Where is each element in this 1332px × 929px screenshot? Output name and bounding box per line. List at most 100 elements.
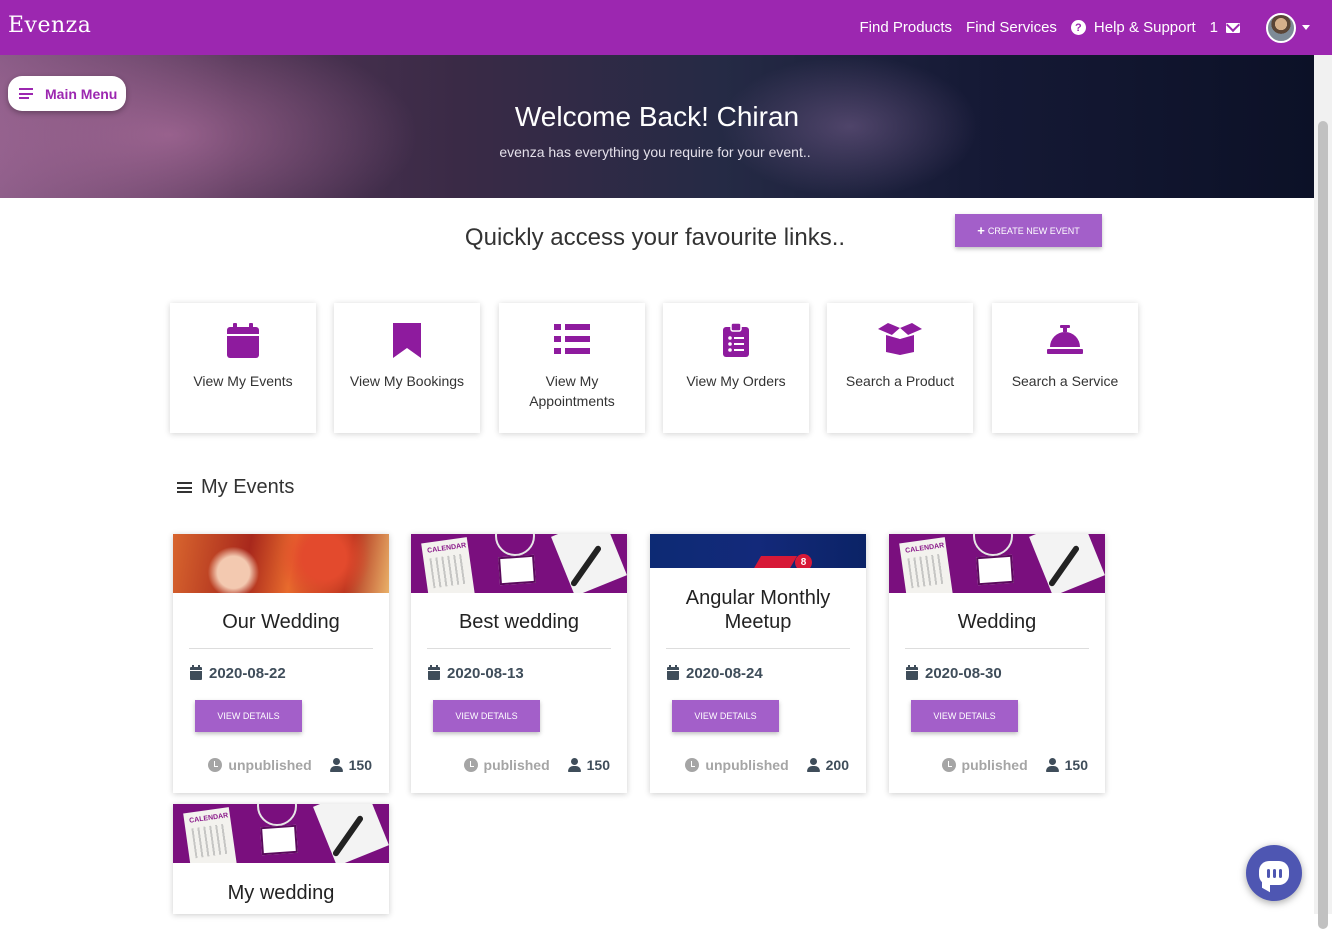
tile-label: View My Events bbox=[193, 373, 293, 389]
calendar-icon bbox=[170, 323, 316, 359]
bookmark-icon bbox=[334, 323, 480, 359]
event-title: Best wedding bbox=[458, 611, 580, 633]
event-card: Best wedding 2020-08-13 VIEW DETAILS pub… bbox=[411, 534, 627, 793]
tile-view-my-appointments[interactable]: View My Appointments bbox=[499, 303, 645, 433]
tile-label: View My Bookings bbox=[349, 373, 465, 389]
event-footer: published 150 bbox=[463, 757, 610, 773]
event-status-label: published bbox=[961, 757, 1028, 773]
top-navbar: Evenza Find Products Find Services ? Hel… bbox=[0, 0, 1332, 55]
event-guests: 150 bbox=[1045, 757, 1088, 773]
event-status: unpublished bbox=[685, 757, 789, 773]
tile-label: Search a Product bbox=[845, 373, 955, 389]
event-image: 8 bbox=[650, 534, 866, 568]
tile-label: View My Appointments bbox=[529, 373, 615, 409]
tile-search-a-product[interactable]: Search a Product bbox=[827, 303, 973, 433]
clock-icon bbox=[941, 758, 956, 772]
chat-icon bbox=[1259, 861, 1289, 885]
event-date-value: 2020-08-24 bbox=[686, 665, 763, 682]
event-card: My wedding bbox=[173, 804, 389, 914]
user-icon bbox=[567, 758, 581, 772]
event-image bbox=[411, 534, 627, 593]
view-details-button[interactable]: VIEW DETAILS bbox=[195, 700, 302, 732]
image-badge: 8 bbox=[795, 554, 812, 568]
event-status-label: unpublished bbox=[228, 757, 312, 773]
main-menu-button[interactable]: Main Menu bbox=[8, 76, 126, 111]
concierge-bell-icon bbox=[992, 323, 1138, 359]
create-new-event-label: CREATE NEW EVENT bbox=[987, 225, 1080, 236]
calendar-icon bbox=[428, 665, 440, 680]
create-new-event-button[interactable]: + CREATE NEW EVENT bbox=[955, 214, 1102, 247]
event-date: 2020-08-24 bbox=[667, 665, 763, 682]
brand-logo[interactable]: Evenza bbox=[8, 13, 91, 38]
find-products-link[interactable]: Find Products bbox=[860, 19, 953, 36]
scrollbar[interactable] bbox=[1314, 55, 1332, 929]
tile-view-my-events[interactable]: View My Events bbox=[170, 303, 316, 433]
calendar-icon bbox=[667, 665, 679, 680]
calendar-icon bbox=[190, 665, 202, 680]
view-details-button[interactable]: VIEW DETAILS bbox=[433, 700, 540, 732]
event-image bbox=[173, 534, 389, 593]
menu-icon bbox=[19, 88, 33, 99]
view-details-button[interactable]: VIEW DETAILS bbox=[672, 700, 779, 732]
event-title: My wedding bbox=[227, 882, 335, 904]
event-card: Our Wedding 2020-08-22 VIEW DETAILS unpu… bbox=[173, 534, 389, 793]
event-status-label: unpublished bbox=[705, 757, 789, 773]
event-card: 8 Angular Monthly Meetup 2020-08-24 VIEW… bbox=[650, 534, 866, 793]
event-date: 2020-08-30 bbox=[906, 665, 1002, 682]
find-services-link[interactable]: Find Services bbox=[966, 19, 1057, 36]
plus-icon: + bbox=[977, 223, 985, 238]
event-status: published bbox=[463, 757, 550, 773]
chat-widget-button[interactable] bbox=[1246, 845, 1302, 901]
caret-down-icon bbox=[1302, 25, 1310, 30]
calendar-icon bbox=[906, 665, 918, 680]
event-title: Wedding bbox=[957, 611, 1037, 633]
avatar bbox=[1266, 12, 1296, 43]
event-guest-count: 150 bbox=[348, 757, 372, 773]
envelope-icon bbox=[1226, 22, 1240, 33]
event-image bbox=[889, 534, 1105, 593]
view-details-button[interactable]: VIEW DETAILS bbox=[911, 700, 1018, 732]
event-card: Wedding 2020-08-30 VIEW DETAILS publishe… bbox=[889, 534, 1105, 793]
divider bbox=[905, 648, 1089, 649]
main-menu-label: Main Menu bbox=[45, 85, 118, 102]
event-status: published bbox=[941, 757, 1028, 773]
divider bbox=[189, 648, 373, 649]
tile-label: View My Orders bbox=[686, 373, 786, 389]
event-footer: unpublished 200 bbox=[685, 757, 849, 773]
welcome-subtitle: evenza has everything you require for yo… bbox=[499, 144, 811, 160]
scrollbar-thumb[interactable] bbox=[1318, 121, 1328, 929]
help-support-link[interactable]: ? Help & Support bbox=[1070, 19, 1196, 36]
event-footer: unpublished 150 bbox=[208, 757, 372, 773]
help-support-label: Help & Support bbox=[1093, 19, 1196, 36]
clock-icon bbox=[208, 758, 223, 772]
tile-search-a-service[interactable]: Search a Service bbox=[992, 303, 1138, 433]
tile-view-my-bookings[interactable]: View My Bookings bbox=[334, 303, 480, 433]
event-guests: 150 bbox=[329, 757, 372, 773]
event-status: unpublished bbox=[208, 757, 312, 773]
event-guest-count: 200 bbox=[825, 757, 849, 773]
messages-link[interactable]: 1 bbox=[1210, 19, 1240, 36]
event-guest-count: 150 bbox=[1064, 757, 1088, 773]
welcome-title: Welcome Back! Chiran bbox=[514, 101, 800, 132]
user-menu-toggle[interactable] bbox=[1266, 12, 1310, 43]
my-events-title: My Events bbox=[201, 476, 295, 498]
messages-count: 1 bbox=[1209, 19, 1218, 36]
user-icon bbox=[1045, 758, 1059, 772]
event-title: Our Wedding bbox=[222, 611, 340, 633]
user-icon bbox=[806, 758, 820, 772]
clipboard-list-icon bbox=[663, 323, 809, 359]
event-guests: 150 bbox=[567, 757, 610, 773]
divider bbox=[666, 648, 850, 649]
event-title: Angular Monthly Meetup bbox=[685, 587, 831, 633]
hero-banner: Welcome Back! Chiran evenza has everythi… bbox=[0, 55, 1314, 198]
list-icon bbox=[499, 323, 645, 359]
clock-icon bbox=[685, 758, 700, 772]
event-guests: 200 bbox=[806, 757, 849, 773]
question-circle-icon: ? bbox=[1070, 20, 1086, 35]
tile-view-my-orders[interactable]: View My Orders bbox=[663, 303, 809, 433]
event-guest-count: 150 bbox=[586, 757, 610, 773]
clock-icon bbox=[463, 758, 478, 772]
nav-links: Find Products Find Services ? Help & Sup… bbox=[860, 0, 1310, 55]
user-icon bbox=[329, 758, 343, 772]
event-status-label: published bbox=[483, 757, 550, 773]
